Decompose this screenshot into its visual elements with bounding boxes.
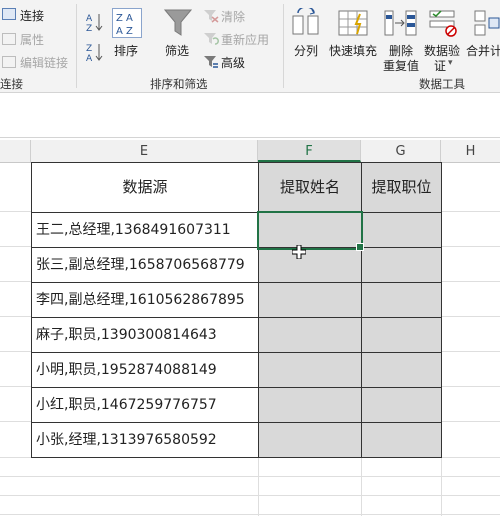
extract-position-cell[interactable] [361, 317, 442, 353]
table-row-source-cell[interactable]: 麻子,职员,1390300814643 [31, 317, 259, 353]
flash-fill-icon [338, 10, 368, 40]
extract-name-cell[interactable] [258, 247, 362, 283]
table-row-source-cell[interactable]: 小红,职员,1467259776757 [31, 387, 259, 423]
extract-position-cell[interactable] [361, 422, 442, 458]
fill-handle[interactable] [356, 243, 364, 251]
gridline [0, 281, 31, 282]
gridline [441, 386, 500, 387]
svg-text:A Z: A Z [116, 26, 133, 37]
cell-cursor-icon [291, 244, 307, 263]
table-row-source-cell[interactable]: 小张,经理,1313976580592 [31, 422, 259, 458]
group-divider [76, 4, 77, 88]
sort-descending-icon[interactable]: ZA [86, 42, 104, 66]
table-row-source-cell[interactable]: 张三,副总经理,1658706568779 [31, 247, 259, 283]
header-cell-name[interactable]: 提取姓名 [258, 162, 362, 213]
gridline [441, 246, 500, 247]
column-header-f[interactable]: F [258, 140, 361, 162]
sort-dialog-icon: Z A A Z [112, 8, 142, 38]
extract-name-cell[interactable] [258, 387, 362, 423]
column-header-e[interactable]: E [31, 140, 258, 162]
edit-links-icon [2, 56, 16, 68]
table-row-source-cell[interactable]: 李四,副总经理,1610562867895 [31, 282, 259, 318]
formula-bar-area[interactable] [0, 93, 500, 138]
ribbon: 连接 属性 编辑链接 连接 AZ ZA Z AA Z 排序 筛选 清除 重新应用… [0, 0, 500, 93]
header-cell-source[interactable]: 数据源 [31, 162, 259, 213]
extract-name-cell[interactable] [258, 422, 362, 458]
gridline [0, 386, 31, 387]
column-header-h[interactable]: H [441, 140, 500, 162]
sort-filter-group-label: 排序和筛选 [150, 77, 208, 91]
gridline [0, 495, 500, 496]
gridline [361, 457, 362, 516]
column-header-d[interactable] [0, 140, 31, 162]
gridline [441, 281, 500, 282]
extract-position-cell[interactable] [361, 212, 442, 248]
extract-position-cell[interactable] [361, 282, 442, 318]
svg-text:Z A: Z A [116, 13, 133, 24]
gridline [0, 421, 31, 422]
column-header-g[interactable]: G [361, 140, 441, 162]
text-to-columns-button[interactable]: 分列 [294, 42, 318, 59]
gridline [441, 211, 500, 212]
filter-funnel-icon [163, 8, 193, 42]
extract-position-cell[interactable] [361, 352, 442, 388]
dropdown-arrow-icon[interactable]: ▾ [448, 58, 453, 68]
data-validation-icon [429, 9, 459, 41]
gridline [0, 211, 31, 212]
filter-button[interactable]: 筛选 [165, 42, 189, 59]
table-row-source-cell[interactable]: 小明,职员,1952874088149 [31, 352, 259, 388]
sort-ascending-icon[interactable]: AZ [86, 12, 104, 36]
group-divider [283, 4, 284, 88]
edit-links-button[interactable]: 编辑链接 [20, 54, 68, 71]
svg-text:A: A [86, 54, 93, 62]
gridline [441, 421, 500, 422]
connections-button[interactable]: 连接 [20, 7, 44, 24]
sort-button[interactable]: 排序 [114, 42, 138, 59]
gridline [0, 514, 500, 515]
gridline [441, 316, 500, 317]
column-header-row: E F G H [0, 140, 500, 163]
advanced-button[interactable]: 高级 [221, 54, 245, 71]
data-tools-group-label: 数据工具 [419, 77, 465, 91]
connections-group-label: 连接 [0, 77, 23, 91]
clear-button[interactable]: 清除 [221, 8, 245, 25]
svg-text:Z: Z [86, 24, 92, 32]
reapply-button[interactable]: 重新应用 [221, 31, 269, 48]
gridline [0, 316, 31, 317]
properties-button[interactable]: 属性 [20, 31, 44, 48]
consolidate-button[interactable]: 合并计 [466, 42, 500, 59]
advanced-filter-icon [203, 54, 219, 73]
remove-duplicates-icon [384, 9, 418, 41]
extract-name-cell[interactable] [258, 282, 362, 318]
active-cell-selection[interactable] [257, 211, 363, 250]
data-validation-button-line2[interactable]: 证 [434, 57, 446, 74]
extract-name-cell[interactable] [258, 317, 362, 353]
gridline [0, 476, 500, 477]
flash-fill-button[interactable]: 快速填充 [329, 42, 377, 59]
gridline [0, 351, 31, 352]
text-to-columns-icon [292, 6, 320, 40]
reapply-icon [203, 31, 219, 50]
remove-duplicates-button-line2[interactable]: 重复值 [383, 57, 419, 74]
gridline [258, 457, 259, 516]
properties-icon [2, 33, 16, 45]
consolidate-icon [474, 9, 500, 41]
extract-name-cell[interactable] [258, 352, 362, 388]
svg-text:Z: Z [86, 44, 92, 54]
clear-filter-icon [203, 8, 219, 27]
table-row-source-cell[interactable]: 王二,总经理,1368491607311 [31, 212, 259, 248]
gridline [0, 246, 31, 247]
svg-text:A: A [86, 14, 93, 24]
gridline [441, 351, 500, 352]
extract-position-cell[interactable] [361, 387, 442, 423]
header-cell-position[interactable]: 提取职位 [361, 162, 442, 213]
connections-icon [2, 8, 16, 20]
extract-position-cell[interactable] [361, 247, 442, 283]
